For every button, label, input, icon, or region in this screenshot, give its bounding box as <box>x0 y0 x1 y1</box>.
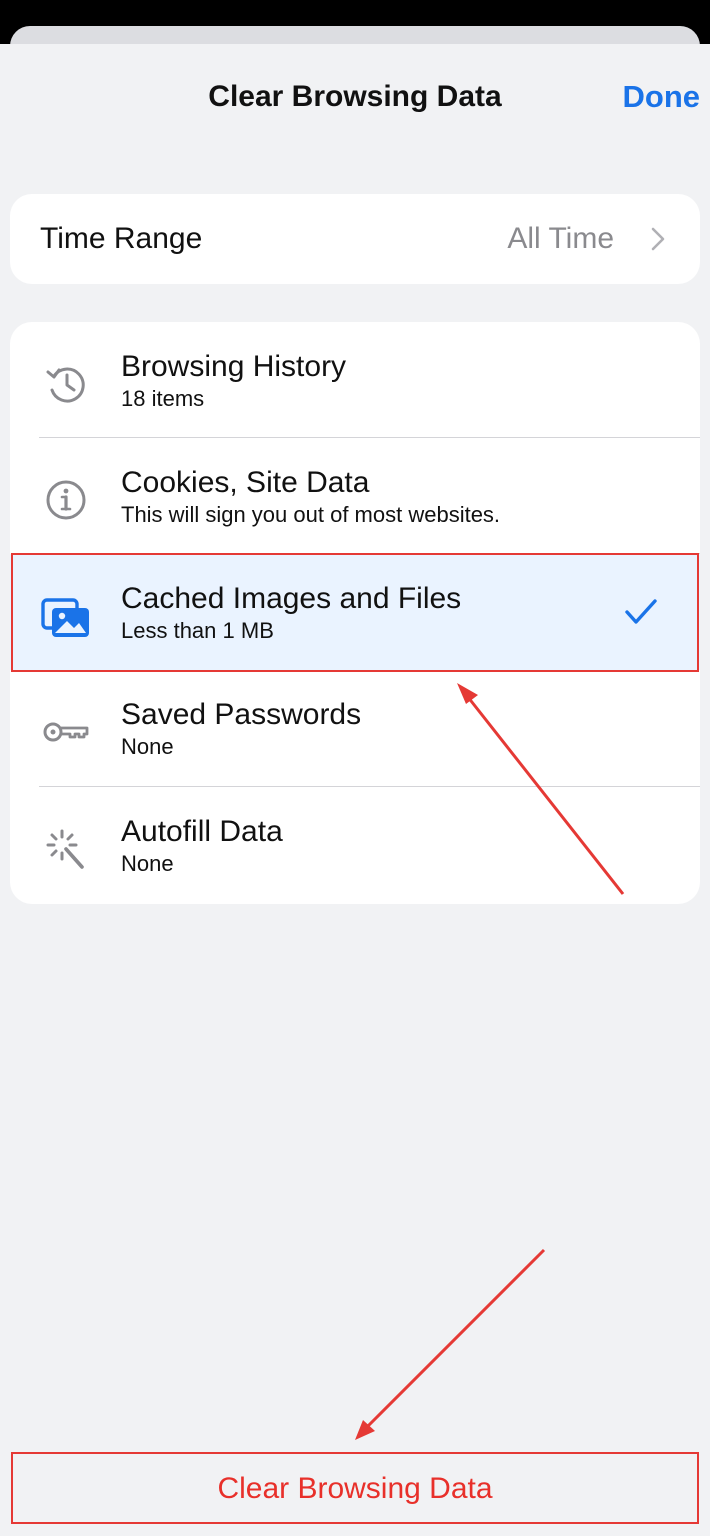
info-icon <box>46 480 86 520</box>
magic-wand-icon <box>46 829 84 869</box>
clear-browsing-data-button[interactable]: Clear Browsing Data <box>11 1452 699 1524</box>
images-icon <box>41 598 89 637</box>
time-range-row[interactable]: Time Range All Time <box>10 194 700 284</box>
history-icon <box>46 367 85 403</box>
chevron-right-icon <box>651 227 665 251</box>
list-item-autofill-data[interactable]: Autofill Data None <box>10 787 700 903</box>
screen: Clear Browsing Data Done Time Range All … <box>0 0 710 1536</box>
list-item-subtitle: Less than 1 MB <box>121 618 274 643</box>
list-item-subtitle: This will sign you out of most websites. <box>121 502 501 527</box>
list-item-subtitle: 18 items <box>121 386 205 411</box>
list-item-title: Cached Images and Files <box>121 582 462 615</box>
checkmark-icon <box>625 599 657 624</box>
list-item-subtitle: None <box>121 734 174 759</box>
key-icon <box>43 722 89 742</box>
list-item-title: Browsing History <box>121 350 347 383</box>
page-title: Clear Browsing Data <box>208 80 502 113</box>
list-item-cached-images[interactable]: Cached Images and Files Less than 1 MB <box>10 554 700 670</box>
time-range-value: All Time <box>507 222 614 255</box>
list-item-title: Autofill Data <box>121 815 283 848</box>
list-item-title: Cookies, Site Data <box>121 466 370 499</box>
list-item-title: Saved Passwords <box>121 698 362 731</box>
list-item-browsing-history[interactable]: Browsing History 18 items <box>10 322 700 438</box>
time-range-label: Time Range <box>40 222 203 255</box>
done-button[interactable]: Done <box>623 80 701 114</box>
data-types-list: Browsing History 18 items Cookies, Site … <box>10 322 700 904</box>
list-item-saved-passwords[interactable]: Saved Passwords None <box>10 670 700 786</box>
list-item-subtitle: None <box>121 851 174 876</box>
list-item-cookies[interactable]: Cookies, Site Data This will sign you ou… <box>10 438 700 554</box>
